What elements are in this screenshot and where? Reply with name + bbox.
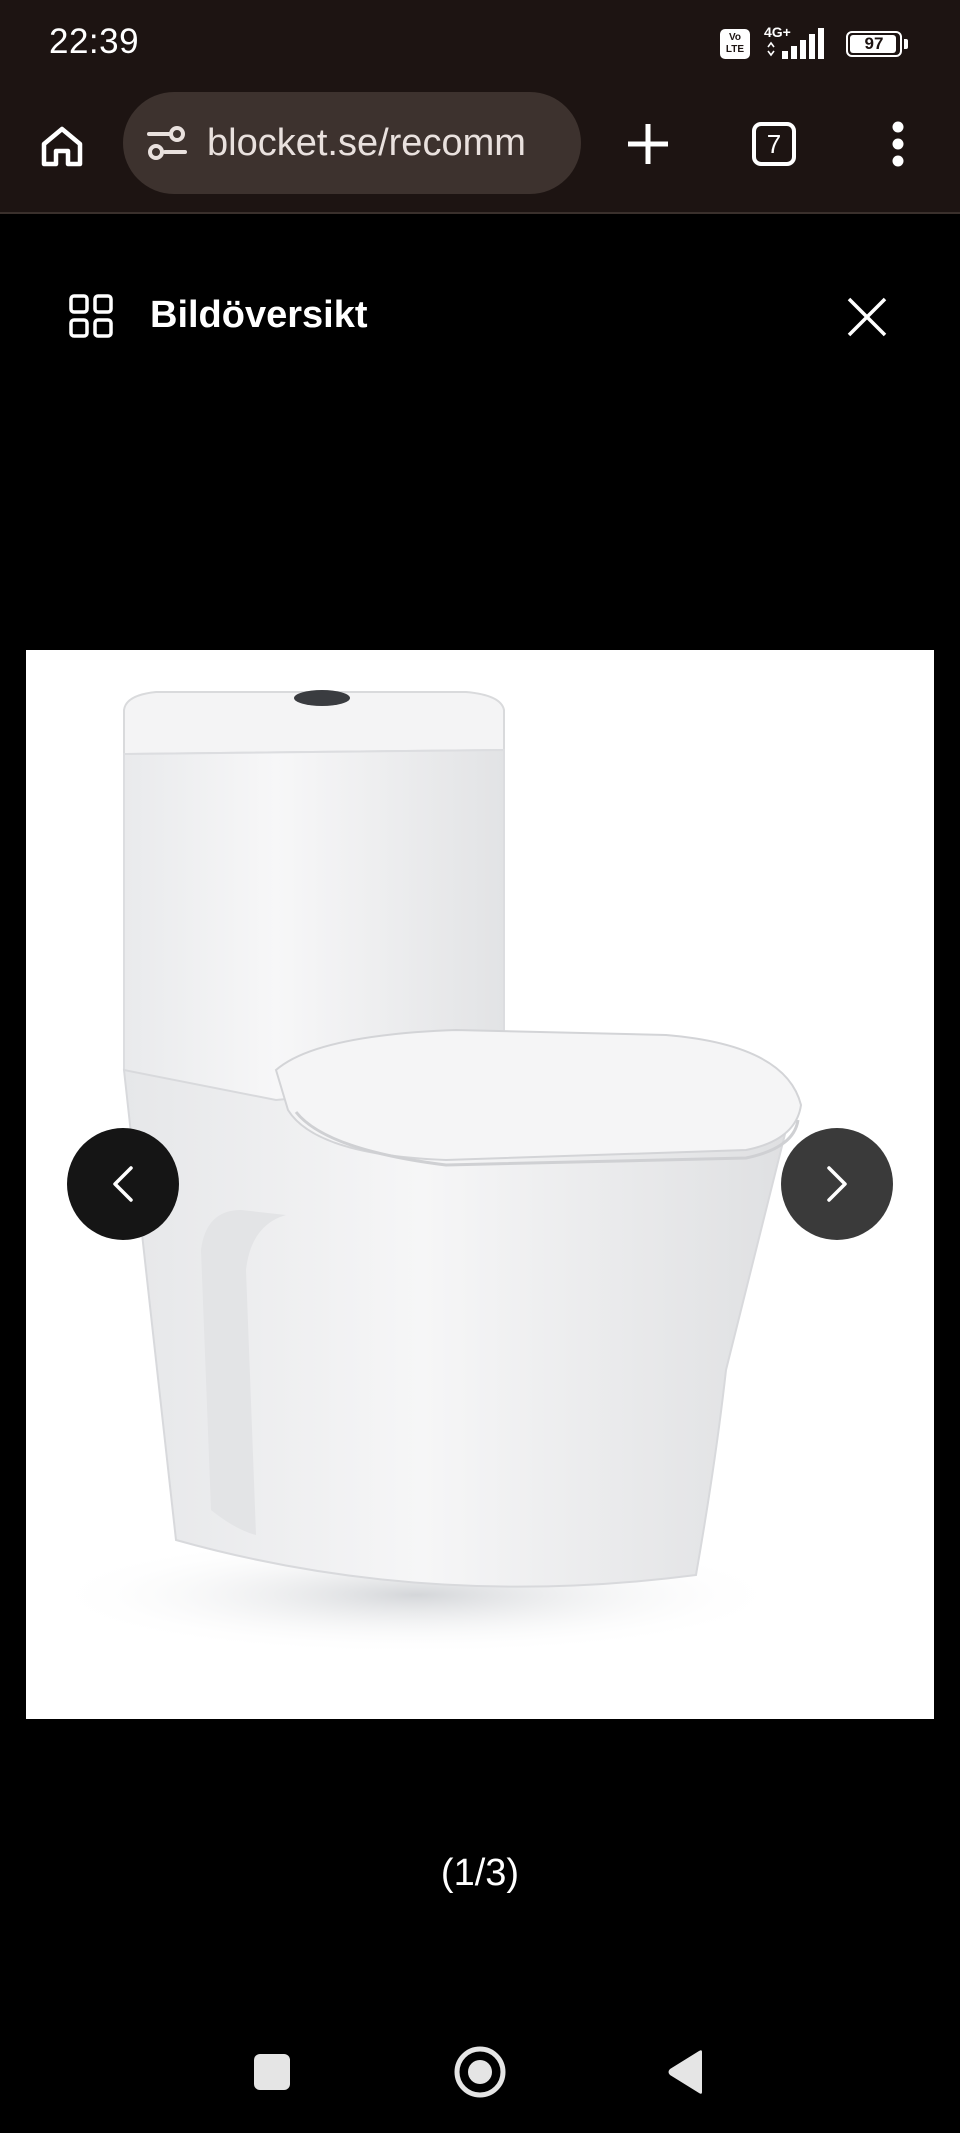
volte-bottom-text: LTE (725, 44, 745, 55)
battery-icon: 97 (846, 31, 908, 57)
previous-image-button[interactable] (67, 1128, 179, 1240)
back-button[interactable] (656, 2042, 716, 2102)
url-text[interactable]: blocket.se/recomm (207, 122, 567, 165)
tab-switcher-button[interactable]: 7 (740, 110, 808, 178)
volte-top-text: Vo (728, 32, 742, 43)
chevron-left-icon (113, 1166, 133, 1202)
next-image-button[interactable] (781, 1128, 893, 1240)
more-vert-icon (892, 121, 904, 167)
address-bar[interactable]: blocket.se/recomm (123, 92, 581, 194)
gallery-title[interactable]: Bildöversikt (150, 294, 368, 337)
new-tab-button[interactable] (614, 110, 682, 178)
system-nav-bar (0, 2020, 960, 2120)
close-button[interactable] (842, 292, 892, 342)
tab-count: 7 (752, 122, 796, 166)
circle-icon (454, 2046, 506, 2098)
home-button[interactable] (30, 114, 94, 178)
browser-toolbar: blocket.se/recomm 7 (0, 88, 960, 214)
gallery-header: Bildöversikt (0, 280, 960, 352)
menu-button[interactable] (866, 110, 930, 178)
home-icon (41, 126, 83, 167)
home-nav-button[interactable] (450, 2042, 510, 2102)
signal-icon: 4G+ (760, 24, 830, 61)
close-icon (847, 297, 887, 337)
status-time: 22:39 (49, 22, 140, 61)
triangle-back-icon (668, 2050, 702, 2094)
chevron-right-icon (827, 1166, 847, 1202)
plus-icon (628, 124, 668, 164)
tune-icon[interactable] (145, 121, 189, 165)
status-bar: 22:39 Vo LTE 4G+ 97 (0, 0, 960, 88)
recents-button[interactable] (242, 2042, 302, 2102)
volte-icon: Vo LTE (720, 29, 750, 59)
square-icon (254, 2054, 290, 2090)
grid-icon (69, 294, 113, 338)
image-counter: (1/3) (440, 1852, 520, 1894)
grid-view-button[interactable] (68, 293, 114, 339)
status-icons: Vo LTE 4G+ 97 (720, 24, 908, 64)
screen: 22:39 Vo LTE 4G+ 97 blocket.se/recomm 7 … (0, 0, 960, 2133)
battery-level: 97 (864, 34, 884, 53)
